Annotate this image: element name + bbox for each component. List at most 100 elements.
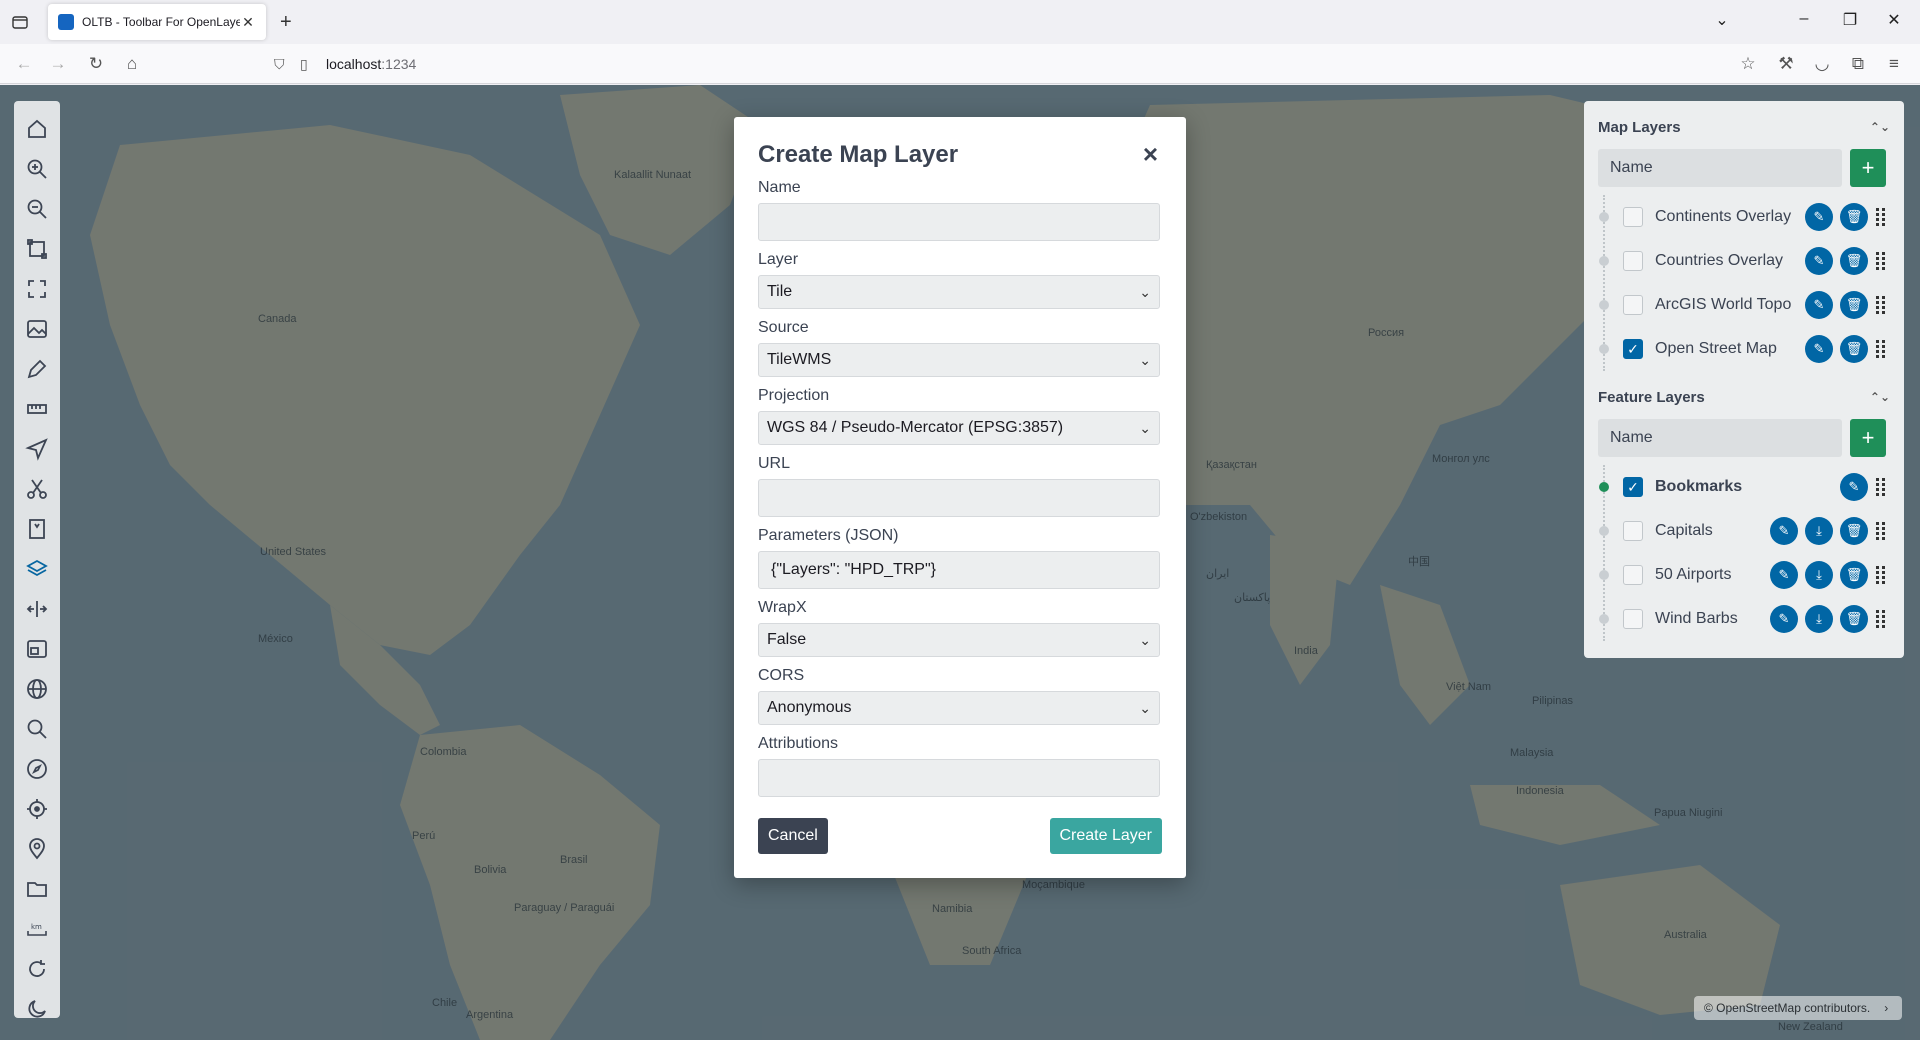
tool-overview[interactable]: [14, 629, 60, 669]
attributions-field[interactable]: [758, 759, 1160, 797]
edit-icon[interactable]: ✎: [1805, 203, 1833, 231]
map-layers-header[interactable]: Map Layers ⌃⌄: [1598, 115, 1890, 139]
download-icon[interactable]: ⤓: [1805, 517, 1833, 545]
layer-visibility-checkbox[interactable]: [1623, 207, 1643, 227]
tool-graticule[interactable]: [14, 669, 60, 709]
list-item[interactable]: 50 Airports ✎ ⤓ 🗑: [1599, 553, 1890, 597]
tool-compass[interactable]: [14, 749, 60, 789]
browser-tab[interactable]: OLTB - Toolbar For OpenLayers ✕: [48, 4, 266, 40]
drag-handle-icon[interactable]: [1876, 522, 1886, 540]
trash-icon[interactable]: 🗑: [1840, 291, 1868, 319]
list-item[interactable]: ArcGIS World Topo ✎ 🗑: [1599, 283, 1890, 327]
edit-icon[interactable]: ✎: [1805, 291, 1833, 319]
layer-visibility-checkbox[interactable]: ✓: [1623, 339, 1643, 359]
back-icon[interactable]: ←: [12, 52, 36, 76]
layer-visibility-checkbox[interactable]: [1623, 295, 1643, 315]
source-select[interactable]: TileWMS ⌄: [758, 343, 1160, 377]
tool-layers[interactable]: [14, 549, 60, 589]
bookmark-star-icon[interactable]: ☆: [1736, 52, 1760, 76]
tool-direction[interactable]: [14, 429, 60, 469]
edit-icon[interactable]: ✎: [1770, 517, 1798, 545]
download-icon[interactable]: ⤓: [1805, 605, 1833, 633]
drag-handle-icon[interactable]: [1876, 252, 1886, 270]
tool-my-location[interactable]: [14, 789, 60, 829]
layer-select[interactable]: Tile ⌄: [758, 275, 1160, 309]
chevron-right-icon[interactable]: ›: [1884, 1001, 1888, 1015]
layer-visibility-checkbox[interactable]: [1623, 565, 1643, 585]
edit-icon[interactable]: ✎: [1840, 473, 1868, 501]
drag-handle-icon[interactable]: [1876, 478, 1886, 496]
minimize-icon[interactable]: –: [1792, 10, 1816, 28]
tool-zoom-out[interactable]: [14, 189, 60, 229]
drag-handle-icon[interactable]: [1876, 340, 1886, 358]
add-feature-layer-button[interactable]: +: [1850, 419, 1886, 457]
feature-layer-name-input[interactable]: Name: [1598, 419, 1842, 457]
projection-select[interactable]: WGS 84 / Pseudo-Mercator (EPSG:3857) ⌄: [758, 411, 1160, 445]
layer-visibility-checkbox[interactable]: [1623, 521, 1643, 541]
tool-home[interactable]: [14, 109, 60, 149]
new-tab-icon[interactable]: +: [280, 12, 292, 32]
tool-scale-line[interactable]: km: [14, 909, 60, 949]
tool-bookmark[interactable]: [14, 509, 60, 549]
cancel-button[interactable]: Cancel: [758, 818, 828, 854]
tab-list-chevron-icon[interactable]: ⌄: [1710, 10, 1734, 30]
pocket-icon[interactable]: ◡: [1810, 52, 1834, 76]
wrapx-select[interactable]: False ⌄: [758, 623, 1160, 657]
name-field[interactable]: [758, 203, 1160, 241]
list-item[interactable]: ✓ Bookmarks ✎: [1599, 465, 1890, 509]
menu-icon[interactable]: ≡: [1882, 52, 1906, 76]
layer-visibility-checkbox[interactable]: ✓: [1623, 477, 1643, 497]
trash-icon[interactable]: 🗑: [1840, 203, 1868, 231]
tool-export-png[interactable]: [14, 309, 60, 349]
list-item[interactable]: Capitals ✎ ⤓ 🗑: [1599, 509, 1890, 553]
trash-icon[interactable]: 🗑: [1840, 335, 1868, 363]
tool-split-view[interactable]: [14, 589, 60, 629]
cors-select[interactable]: Anonymous ⌄: [758, 691, 1160, 725]
download-icon[interactable]: ⤓: [1805, 561, 1833, 589]
list-all-tabs-icon[interactable]: [10, 12, 30, 32]
layer-visibility-checkbox[interactable]: [1623, 251, 1643, 271]
shield-icon[interactable]: ⛉: [274, 56, 290, 73]
drag-handle-icon[interactable]: [1876, 208, 1886, 226]
edit-icon[interactable]: ✎: [1770, 605, 1798, 633]
edit-icon[interactable]: ✎: [1770, 561, 1798, 589]
create-layer-button[interactable]: Create Layer: [1049, 818, 1162, 854]
tool-zoom-in[interactable]: [14, 149, 60, 189]
url-field[interactable]: [758, 479, 1160, 517]
tool-refresh[interactable]: [14, 949, 60, 989]
tool-import[interactable]: [14, 869, 60, 909]
tool-marker[interactable]: [14, 829, 60, 869]
window-close-icon[interactable]: ✕: [1882, 10, 1906, 30]
layer-visibility-checkbox[interactable]: [1623, 609, 1643, 629]
extensions-icon[interactable]: ⧉: [1846, 52, 1870, 76]
map-layer-name-input[interactable]: Name: [1598, 149, 1842, 187]
close-tab-icon[interactable]: ✕: [240, 14, 256, 31]
tool-fullscreen[interactable]: [14, 269, 60, 309]
list-item[interactable]: Countries Overlay ✎ 🗑: [1599, 239, 1890, 283]
forward-icon[interactable]: →: [46, 52, 70, 76]
add-map-layer-button[interactable]: +: [1850, 149, 1886, 187]
close-icon[interactable]: ×: [1143, 141, 1158, 167]
list-item[interactable]: Continents Overlay ✎ 🗑: [1599, 195, 1890, 239]
reload-icon[interactable]: ↻: [84, 52, 108, 76]
list-item[interactable]: Wind Barbs ✎ ⤓ 🗑: [1599, 597, 1890, 641]
edit-icon[interactable]: ✎: [1805, 247, 1833, 275]
drag-handle-icon[interactable]: [1876, 296, 1886, 314]
list-item[interactable]: ✓ Open Street Map ✎ 🗑: [1599, 327, 1890, 371]
tool-full-extent[interactable]: [14, 229, 60, 269]
feature-layers-header[interactable]: Feature Layers ⌃⌄: [1598, 385, 1890, 409]
address-bar[interactable]: ⛉ ▯ localhost:1234: [268, 48, 1768, 80]
tool-draw[interactable]: [14, 349, 60, 389]
tool-magnify[interactable]: [14, 709, 60, 749]
drag-handle-icon[interactable]: [1876, 566, 1886, 584]
trash-icon[interactable]: 🗑: [1840, 517, 1868, 545]
wrench-icon[interactable]: ⚒: [1774, 52, 1798, 76]
tool-split[interactable]: [14, 469, 60, 509]
trash-icon[interactable]: 🗑: [1840, 561, 1868, 589]
trash-icon[interactable]: 🗑: [1840, 247, 1868, 275]
drag-handle-icon[interactable]: [1876, 610, 1886, 628]
edit-icon[interactable]: ✎: [1805, 335, 1833, 363]
home-icon[interactable]: ⌂: [120, 52, 144, 76]
parameters-field[interactable]: {"Layers": "HPD_TRP"}: [758, 551, 1160, 589]
trash-icon[interactable]: 🗑: [1840, 605, 1868, 633]
